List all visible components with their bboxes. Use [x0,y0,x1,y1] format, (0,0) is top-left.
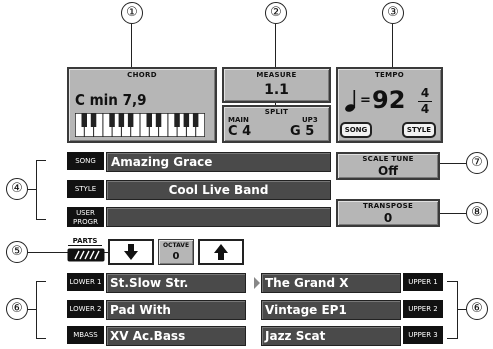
chord-title: CHORD [127,71,157,79]
lower2-tag: LOWER 2 [67,300,104,318]
upper2-tag: UPPER 2 [403,300,443,318]
bracket-4-vertical [36,160,37,220]
split-up3-label: UP3 [302,116,318,124]
keyboard-icon [75,113,205,137]
upper1-field[interactable]: The Grand X [261,273,401,293]
leader-line-1 [131,24,132,67]
octave-up-button[interactable] [198,239,244,265]
callout-4: ④ [6,178,28,200]
callout-2: ② [265,2,287,24]
upper3-tag: UPPER 3 [403,326,443,344]
octave-down-button[interactable] [108,239,154,265]
mbass-field[interactable]: XV Ac.Bass [106,326,246,346]
tempo-value: 92 [372,86,406,114]
bracket-6-left-top [36,281,46,282]
style-name: Cool Live Band [168,183,269,197]
chord-value: C min 7,9 [75,91,147,109]
bracket-4-bottom [36,219,46,220]
song-tag: SONG [67,152,104,170]
song-name: Amazing Grace [111,155,213,169]
arrow-up-icon [214,244,228,260]
quarter-note-icon [345,90,356,112]
transpose-panel[interactable]: TRANSPOSE 0 [336,199,440,227]
tempo-panel: TEMPO = 92 4 4 SONG STYLE [336,67,443,143]
lower2-field[interactable]: Pad With [106,300,246,320]
user-program-field[interactable]: P 1-1 Gospel Love [106,207,331,242]
upper3-tone: Jazz Scat [265,329,326,343]
split-panel: SPLIT MAIN C 4 UP3 G 5 [222,105,331,143]
user-program-tag-line1: USER [76,209,95,217]
time-signature-bottom: 4 [420,102,430,116]
lower1-field[interactable]: St.Slow Str. [106,273,246,293]
bracket-6-left-bottom [36,338,46,339]
split-title: SPLIT [264,108,289,116]
tempo-song-button[interactable]: SONG [340,122,372,138]
scale-tune-panel[interactable]: SCALE TUNE Off [336,152,440,180]
callout-5: ⑤ [6,241,28,263]
leader-line-7 [440,163,466,164]
lower2-tone: Pad With [110,303,171,317]
measure-panel: MEASURE 1.1 [222,67,331,103]
bracket-6-right-top [447,281,457,282]
split-main-value: C 4 [228,124,252,139]
octave-value: 0 [172,251,180,262]
tempo-equals: = [360,93,371,108]
selected-part-indicator-icon [254,277,260,289]
upper1-tag: UPPER 1 [403,273,443,291]
time-signature-top: 4 [420,86,430,100]
leader-line-6-left [28,309,36,310]
mbass-tag: MBASS [67,326,104,344]
octave-panel: OCTAVE 0 [158,239,194,265]
leader-line-4 [28,189,36,190]
bracket-6-right-bottom [447,338,457,339]
split-main-label: MAIN [228,116,249,124]
lower1-tag: LOWER 1 [67,273,104,291]
bracket-6-left-vertical [36,281,37,339]
leader-line-6-right [457,309,466,310]
upper3-field[interactable]: Jazz Scat [261,326,401,346]
callout-1: ① [121,2,143,24]
user-program-tag: USER PROGR [67,207,104,227]
upper2-field[interactable]: Vintage EP1 [261,300,401,320]
callout-8: ⑧ [466,202,488,224]
measure-title: MEASURE [256,71,297,79]
transpose-value: 0 [383,211,393,225]
arrow-down-icon [124,244,138,260]
tempo-style-button[interactable]: STYLE [402,122,436,138]
upper1-tone: The Grand X [265,276,349,290]
style-field[interactable]: Cool Live Band [106,180,331,200]
callout-6-right: ⑥ [466,298,488,320]
upper2-tone: Vintage EP1 [265,303,347,317]
chord-panel: CHORD C min 7,9 [67,67,217,143]
style-tag: STYLE [67,180,104,198]
song-field[interactable]: Amazing Grace [106,152,331,172]
mbass-tone: XV Ac.Bass [110,329,186,343]
callout-7: ⑦ [466,152,488,174]
transpose-title: TRANSPOSE [362,202,414,210]
split-up3-value: G 5 [290,124,315,139]
scale-tune-title: SCALE TUNE [362,155,414,163]
parts-label: PARTS [68,237,102,246]
scale-tune-value: Off [378,164,398,178]
bracket-4-top [36,160,46,161]
lower1-tone: St.Slow Str. [110,276,189,290]
leader-line-8 [440,213,466,214]
octave-label: OCTAVE [162,242,190,249]
callout-6-left: ⑥ [6,298,28,320]
user-program-tag-line2: PROGR [73,218,98,226]
bracket-6-right-vertical [457,281,458,339]
callout-3: ③ [382,2,404,24]
measure-value: 1.1 [264,82,289,98]
parts-keyboard-icon[interactable] [67,248,105,262]
tempo-title: TEMPO [374,71,405,79]
